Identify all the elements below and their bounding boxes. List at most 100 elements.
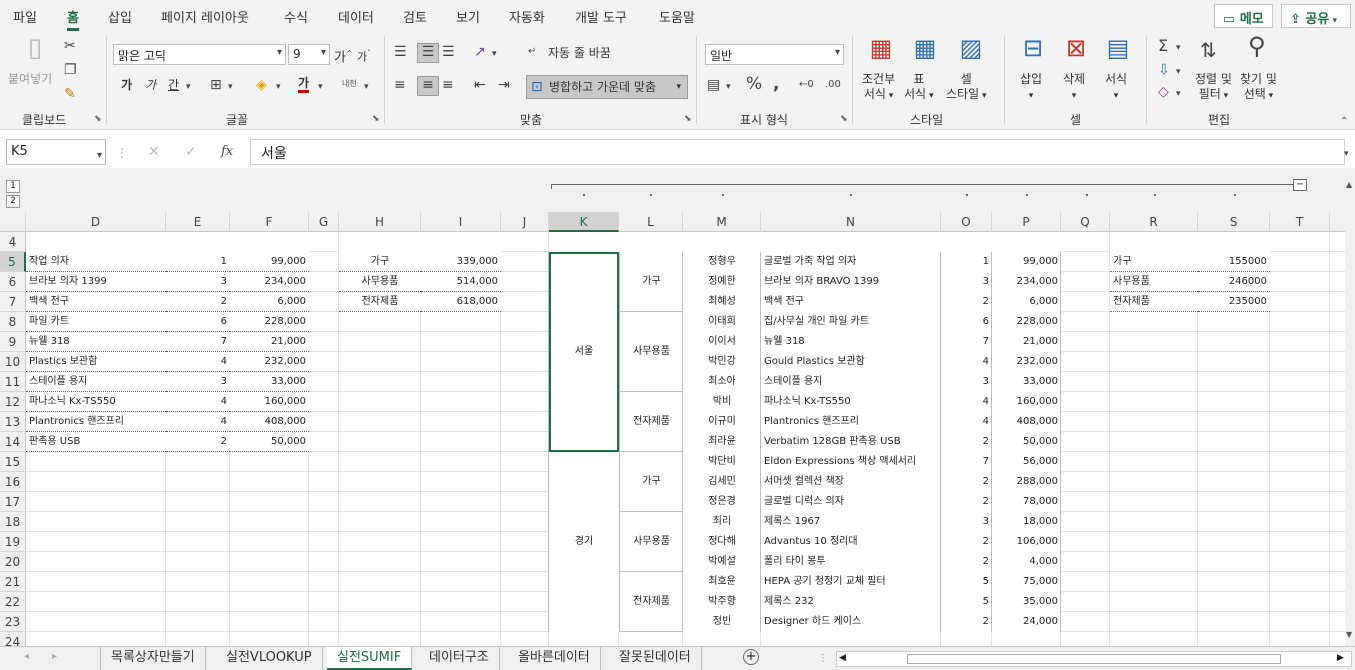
- table3-cell[interactable]: 50,000: [992, 432, 1061, 452]
- row-header[interactable]: 20: [0, 552, 26, 572]
- horizontal-scrollbar[interactable]: ◀ ▶: [836, 651, 1352, 667]
- table3-cell[interactable]: 234,000: [992, 272, 1061, 292]
- table3-cell[interactable]: 35,000: [992, 592, 1061, 612]
- column-header[interactable]: E: [166, 212, 230, 232]
- table3-cell[interactable]: Plantronics 핸즈프리: [761, 412, 941, 432]
- table3-cell[interactable]: HEPA 공기 청정기 교체 필터: [761, 572, 941, 592]
- table4-cell[interactable]: 155000: [1198, 252, 1270, 272]
- table3-cell[interactable]: 정빈: [683, 612, 761, 632]
- column-header[interactable]: T: [1270, 212, 1330, 232]
- column-header[interactable]: J: [501, 212, 549, 232]
- select-all-corner[interactable]: [0, 212, 26, 232]
- align-middle-icon[interactable]: ☰: [417, 43, 439, 63]
- table1-cell[interactable]: 파나소닉 Kx-TS550: [26, 392, 166, 412]
- column-header[interactable]: Q: [1061, 212, 1110, 232]
- align-bottom-icon[interactable]: ☰: [442, 44, 455, 60]
- table3-cell[interactable]: 106,000: [992, 532, 1061, 552]
- merged-cell[interactable]: 가구: [619, 252, 683, 312]
- percent-icon[interactable]: %: [746, 76, 762, 93]
- table3-cell[interactable]: 1: [941, 252, 992, 272]
- table1-cell[interactable]: 브라보 의자 1399: [26, 272, 166, 292]
- table3-cell[interactable]: 4: [941, 392, 992, 412]
- collapse-ribbon-icon[interactable]: ⌃: [1340, 114, 1348, 130]
- table3-cell[interactable]: 78,000: [992, 492, 1061, 512]
- table3-cell[interactable]: 최소아: [683, 372, 761, 392]
- row-header[interactable]: 7: [0, 292, 26, 312]
- menu-data[interactable]: 데이터: [338, 7, 374, 26]
- fill-icon[interactable]: ⇩: [1158, 62, 1170, 78]
- table3-cell[interactable]: 2: [941, 472, 992, 492]
- table3-cell[interactable]: 박주향: [683, 592, 761, 612]
- table1-cell[interactable]: 33,000: [230, 372, 309, 392]
- table3-cell[interactable]: 288,000: [992, 472, 1061, 492]
- accounting-format-icon[interactable]: ▤: [707, 77, 720, 93]
- table3-cell[interactable]: Advantus 10 정리대: [761, 532, 941, 552]
- share-button[interactable]: ⇪ 공유 ▾: [1281, 4, 1351, 28]
- column-header[interactable]: D: [26, 212, 166, 232]
- table1-cell[interactable]: 228,000: [230, 312, 309, 332]
- merged-cell[interactable]: 경기: [549, 452, 619, 632]
- table3-cell[interactable]: 제록스 1967: [761, 512, 941, 532]
- table3-cell[interactable]: 이규미: [683, 412, 761, 432]
- column-header[interactable]: P: [992, 212, 1061, 232]
- table1-cell[interactable]: Plastics 보관함: [26, 352, 166, 372]
- table3-cell[interactable]: 408,000: [992, 412, 1061, 432]
- row-header[interactable]: 5: [0, 252, 26, 272]
- row-header[interactable]: 15: [0, 452, 26, 472]
- row-header[interactable]: 8: [0, 312, 26, 332]
- sheet-tab[interactable]: 실전VLOOKUP: [216, 647, 323, 670]
- table3-cell[interactable]: Eldon Expressions 책상 액세서리: [761, 452, 941, 472]
- menu-view[interactable]: 보기: [456, 7, 480, 26]
- chevron-down-icon[interactable]: ▾: [1176, 64, 1181, 80]
- merged-cell[interactable]: 전자제품: [619, 572, 683, 632]
- dialog-launcher-icon[interactable]: ⬊: [94, 114, 102, 124]
- row-header[interactable]: 10: [0, 352, 26, 372]
- clear-icon[interactable]: ◇: [1158, 84, 1169, 100]
- table3-cell[interactable]: 6,000: [992, 292, 1061, 312]
- table4-cell[interactable]: 246000: [1198, 272, 1270, 292]
- table3-header[interactable]: 금액: [992, 232, 1061, 252]
- sheet-tab[interactable]: 잘못된데이터: [609, 647, 702, 670]
- table3-cell[interactable]: 최리: [683, 512, 761, 532]
- table3-cell[interactable]: 정은경: [683, 492, 761, 512]
- table3-cell[interactable]: 제록스 232: [761, 592, 941, 612]
- table1-cell[interactable]: 백색 전구: [26, 292, 166, 312]
- table3-cell[interactable]: 폴리 타이 봉투: [761, 552, 941, 572]
- table3-cell[interactable]: 박민강: [683, 352, 761, 372]
- table1-cell[interactable]: 스테이플 용지: [26, 372, 166, 392]
- dialog-launcher-icon[interactable]: ⬊: [840, 114, 848, 124]
- paste-button[interactable]: 붙여넣기: [8, 72, 52, 87]
- bold-button[interactable]: 가: [121, 78, 132, 93]
- table3-cell[interactable]: 4: [941, 412, 992, 432]
- table3-cell[interactable]: 75,000: [992, 572, 1061, 592]
- table3-header[interactable]: 대분류: [619, 232, 683, 252]
- scroll-down-icon[interactable]: ▼: [1346, 630, 1352, 639]
- orientation-icon[interactable]: ↗: [474, 44, 486, 60]
- cell-styles-button[interactable]: 셀 스타일 ▾: [946, 72, 987, 104]
- table1-cell[interactable]: 6,000: [230, 292, 309, 312]
- column-header[interactable]: G: [309, 212, 339, 232]
- phonetic-button[interactable]: 내천: [342, 76, 357, 91]
- underline-button[interactable]: 간: [168, 78, 179, 93]
- table1-cell[interactable]: Plantronics 핸즈프리: [26, 412, 166, 432]
- table1-cell[interactable]: 160,000: [230, 392, 309, 412]
- table3-cell[interactable]: 이이서: [683, 332, 761, 352]
- table1-cell[interactable]: 4: [166, 412, 230, 432]
- table1-cell[interactable]: 뉴웰 318: [26, 332, 166, 352]
- delete-cells-button[interactable]: 삭제 ▾: [1063, 72, 1085, 104]
- table3-cell[interactable]: 백색 전구: [761, 292, 941, 312]
- selected-merged-cell[interactable]: 서울: [549, 252, 619, 452]
- table3-cell[interactable]: 99,000: [992, 252, 1061, 272]
- font-color-button[interactable]: 가: [298, 77, 310, 93]
- table1-cell[interactable]: 408,000: [230, 412, 309, 432]
- table3-cell[interactable]: 스테이플 용지: [761, 372, 941, 392]
- table1-header[interactable]: 제품명: [26, 232, 166, 252]
- table1-cell[interactable]: 판촉용 USB: [26, 432, 166, 452]
- table3-cell[interactable]: 정다해: [683, 532, 761, 552]
- row-header[interactable]: 14: [0, 432, 26, 452]
- table3-cell[interactable]: 최혜성: [683, 292, 761, 312]
- table3-cell[interactable]: 2: [941, 432, 992, 452]
- table3-cell[interactable]: 4,000: [992, 552, 1061, 572]
- dialog-launcher-icon[interactable]: ⬊: [684, 114, 692, 124]
- copy-icon[interactable]: ❐: [64, 62, 77, 78]
